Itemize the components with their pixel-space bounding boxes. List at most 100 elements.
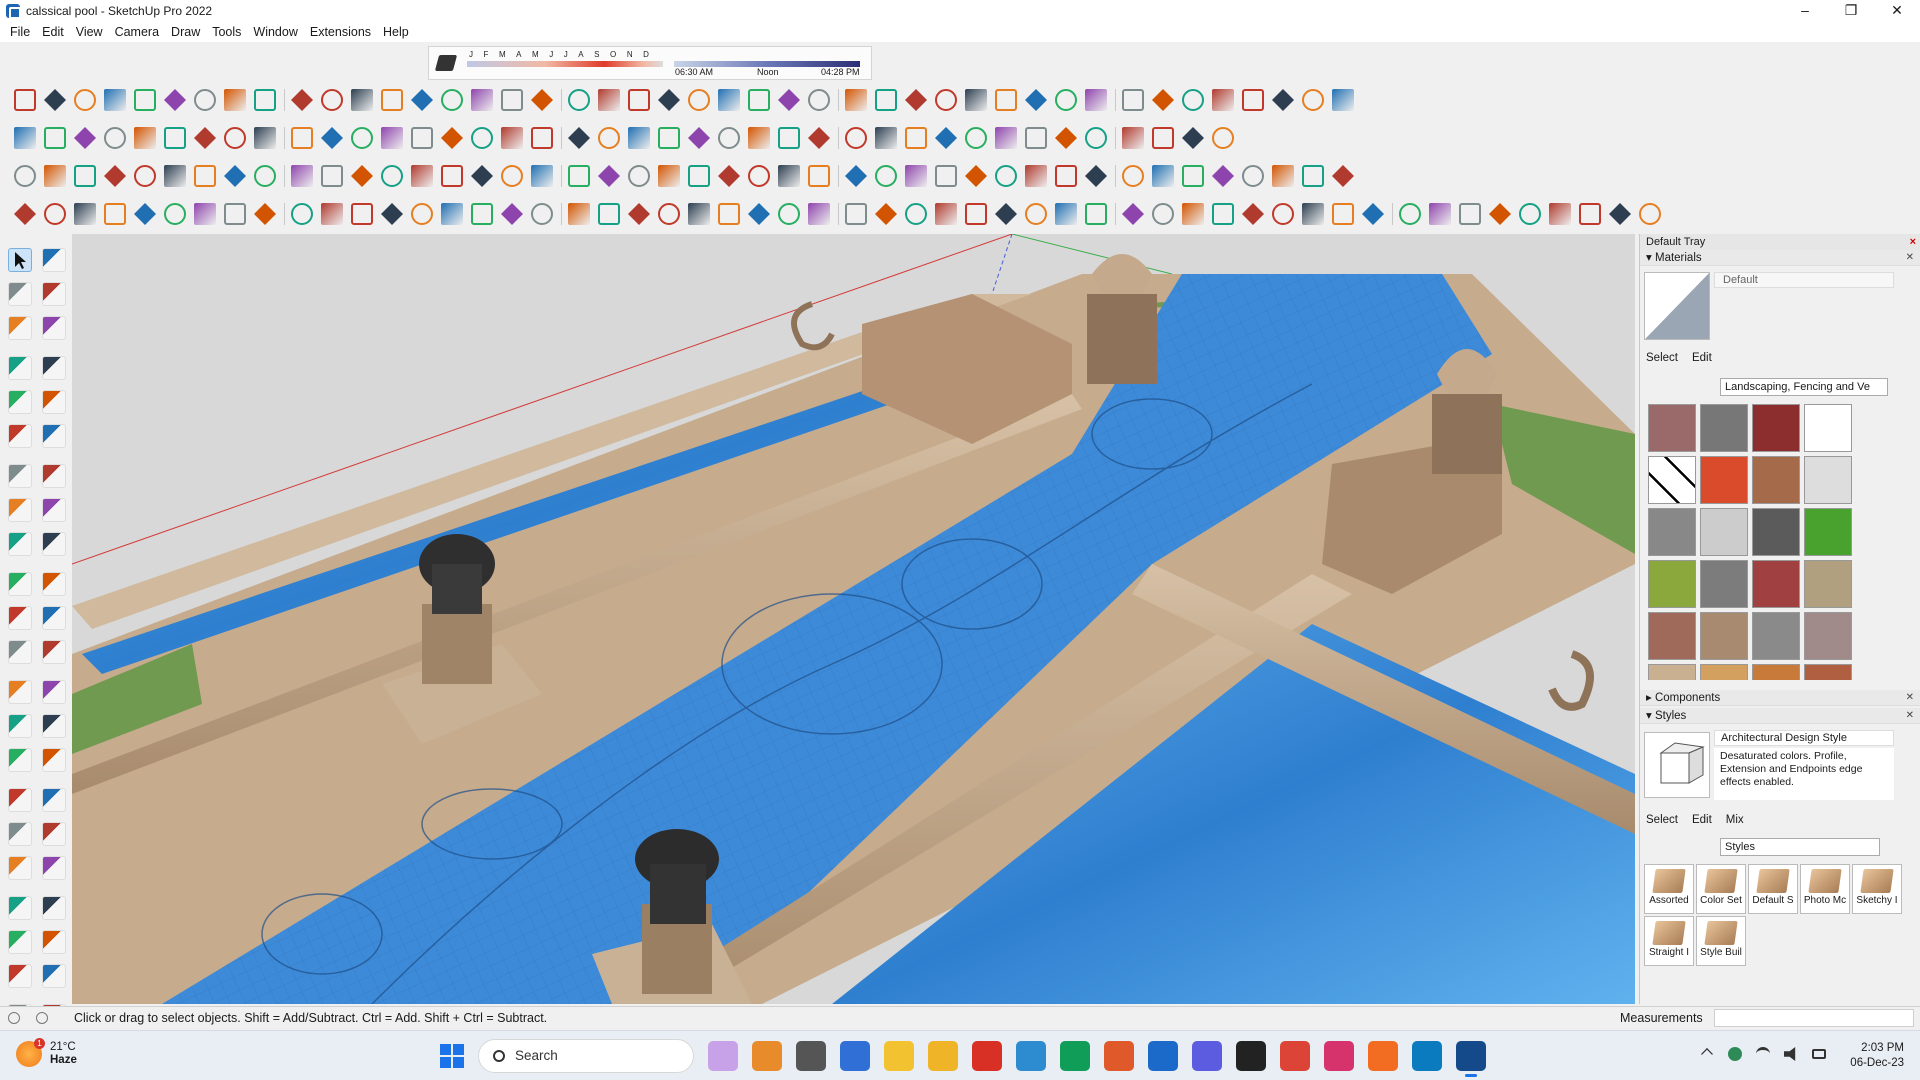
date-slider[interactable] xyxy=(467,61,663,67)
taskbar-app-icon[interactable] xyxy=(1456,1041,1486,1077)
toolbar-tool-icon[interactable] xyxy=(1362,203,1384,225)
drawing-tool-icon[interactable] xyxy=(42,532,66,556)
taskbar-app-icon[interactable] xyxy=(1060,1041,1090,1071)
toolbar-tool-icon[interactable] xyxy=(1429,203,1451,225)
toolbar-tool-icon[interactable] xyxy=(1332,89,1354,111)
toolbar-tool-icon[interactable] xyxy=(1055,127,1077,149)
toolbar-tool-icon[interactable] xyxy=(995,203,1017,225)
material-swatch[interactable] xyxy=(1648,508,1696,556)
toolbar-tool-icon[interactable] xyxy=(1549,203,1571,225)
toolbar-tool-icon[interactable] xyxy=(1152,203,1174,225)
toolbar-tool-icon[interactable] xyxy=(1025,127,1047,149)
select-tool-icon[interactable] xyxy=(8,248,32,272)
toolbar-tool-icon[interactable] xyxy=(1272,89,1294,111)
toolbar-tool-icon[interactable] xyxy=(14,203,36,225)
drawing-tool-icon[interactable] xyxy=(8,282,32,306)
material-swatch[interactable] xyxy=(1804,612,1852,660)
drawing-tool-icon[interactable] xyxy=(8,640,32,664)
toolbar-tool-icon[interactable] xyxy=(321,89,343,111)
toolbar-tool-icon[interactable] xyxy=(164,203,186,225)
styles-tab-edit[interactable]: Edit xyxy=(1692,814,1712,826)
toolbar-tool-icon[interactable] xyxy=(688,127,710,149)
taskbar-app-icon[interactable] xyxy=(1192,1041,1222,1071)
toolbar-tool-icon[interactable] xyxy=(254,165,276,187)
maximize-button[interactable]: ❐ xyxy=(1828,0,1874,22)
drawing-tool-icon[interactable] xyxy=(42,640,66,664)
drawing-tool-icon[interactable] xyxy=(42,282,66,306)
shadow-toggle-icon[interactable] xyxy=(434,55,458,71)
menu-view[interactable]: View xyxy=(70,25,109,39)
wifi-icon[interactable] xyxy=(1756,1047,1770,1061)
toolbar-tool-icon[interactable] xyxy=(411,203,433,225)
drawing-tool-icon[interactable] xyxy=(42,964,66,988)
toolbar-tool-icon[interactable] xyxy=(965,165,987,187)
toolbar-tool-icon[interactable] xyxy=(1489,203,1511,225)
material-swatch[interactable] xyxy=(1648,560,1696,608)
toolbar-tool-icon[interactable] xyxy=(351,203,373,225)
toolbar-tool-icon[interactable] xyxy=(1579,203,1601,225)
toolbar-tool-icon[interactable] xyxy=(628,89,650,111)
toolbar-tool-icon[interactable] xyxy=(965,203,987,225)
drawing-tool-icon[interactable] xyxy=(42,748,66,772)
toolbar-tool-icon[interactable] xyxy=(14,89,36,111)
taskbar-app-icon[interactable] xyxy=(1236,1041,1266,1071)
toolbar-tool-icon[interactable] xyxy=(471,89,493,111)
toolbar-tool-icon[interactable] xyxy=(164,127,186,149)
toolbar-tool-icon[interactable] xyxy=(351,127,373,149)
taskbar-app-icon[interactable] xyxy=(1148,1041,1178,1071)
panel-close-icon[interactable]: ✕ xyxy=(1906,250,1914,266)
styles-tab-select[interactable]: Select xyxy=(1646,814,1678,826)
material-swatch[interactable] xyxy=(1752,508,1800,556)
toolbar-tool-icon[interactable] xyxy=(1025,165,1047,187)
menu-camera[interactable]: Camera xyxy=(109,25,165,39)
drawing-tool-icon[interactable] xyxy=(42,930,66,954)
toolbar-tool-icon[interactable] xyxy=(531,165,553,187)
toolbar-tool-icon[interactable] xyxy=(1152,165,1174,187)
toolbar-tool-icon[interactable] xyxy=(718,165,740,187)
taskbar-app-icon[interactable] xyxy=(796,1041,826,1071)
toolbar-tool-icon[interactable] xyxy=(748,127,770,149)
toolbar-tool-icon[interactable] xyxy=(1085,127,1107,149)
toolbar-tool-icon[interactable] xyxy=(224,165,246,187)
toolbar-tool-icon[interactable] xyxy=(164,165,186,187)
toolbar-tool-icon[interactable] xyxy=(1182,203,1204,225)
toolbar-tool-icon[interactable] xyxy=(321,203,343,225)
toolbar-tool-icon[interactable] xyxy=(351,89,373,111)
toolbar-tool-icon[interactable] xyxy=(935,89,957,111)
toolbar-tool-icon[interactable] xyxy=(1085,203,1107,225)
toolbar-tool-icon[interactable] xyxy=(1182,165,1204,187)
toolbar-tool-icon[interactable] xyxy=(905,127,927,149)
toolbar-tool-icon[interactable] xyxy=(14,165,36,187)
toolbar-tool-icon[interactable] xyxy=(1212,203,1234,225)
toolbar-tool-icon[interactable] xyxy=(1639,203,1661,225)
toolbar-tool-icon[interactable] xyxy=(531,89,553,111)
toolbar-tool-icon[interactable] xyxy=(1122,89,1144,111)
toolbar-tool-icon[interactable] xyxy=(471,127,493,149)
material-swatch[interactable] xyxy=(1700,664,1748,680)
toolbar-tool-icon[interactable] xyxy=(411,165,433,187)
drawing-tool-icon[interactable] xyxy=(42,498,66,522)
system-clock[interactable]: 2:03 PM 06-Dec-23 xyxy=(1834,1041,1904,1071)
toolbar-tool-icon[interactable] xyxy=(688,89,710,111)
styles-tab-mix[interactable]: Mix xyxy=(1726,814,1744,826)
material-swatch[interactable] xyxy=(1700,508,1748,556)
material-swatch[interactable] xyxy=(1804,664,1852,680)
panel-close-icon[interactable]: ✕ xyxy=(1906,708,1914,724)
drawing-tool-icon[interactable] xyxy=(42,680,66,704)
toolbar-tool-icon[interactable] xyxy=(381,89,403,111)
drawing-tool-icon[interactable] xyxy=(8,464,32,488)
toolbar-tool-icon[interactable] xyxy=(44,165,66,187)
toolbar-tool-icon[interactable] xyxy=(845,203,867,225)
network-status-icon[interactable] xyxy=(1728,1047,1742,1061)
toolbar-tool-icon[interactable] xyxy=(531,203,553,225)
toolbar-tool-icon[interactable] xyxy=(254,89,276,111)
toolbar-tool-icon[interactable] xyxy=(778,89,800,111)
taskbar-app-icon[interactable] xyxy=(1368,1041,1398,1071)
toolbar-tool-icon[interactable] xyxy=(995,89,1017,111)
toolbar-tool-icon[interactable] xyxy=(1302,165,1324,187)
toolbar-tool-icon[interactable] xyxy=(471,165,493,187)
drawing-tool-icon[interactable] xyxy=(8,896,32,920)
toolbar-tool-icon[interactable] xyxy=(441,165,463,187)
styles-collection-dropdown[interactable]: Styles xyxy=(1720,838,1880,856)
toolbar-tool-icon[interactable] xyxy=(935,127,957,149)
